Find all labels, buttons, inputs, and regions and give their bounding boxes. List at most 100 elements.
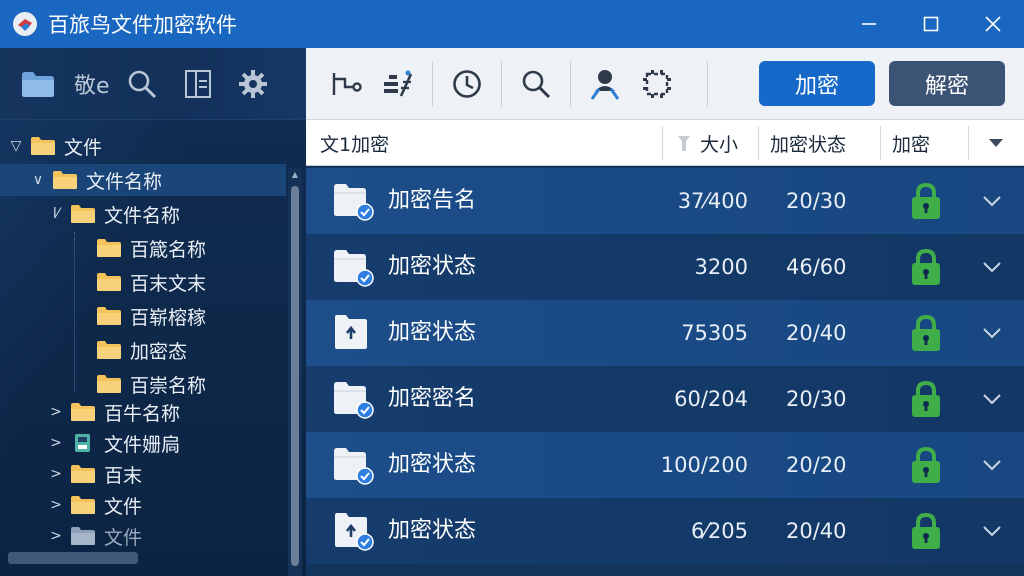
tree-expander-icon[interactable]: > xyxy=(46,497,66,513)
encryption-status: 20/20 xyxy=(786,453,847,477)
encryption-status: 20/40 xyxy=(786,321,847,345)
tree-item[interactable]: l⁄ 文件名称 xyxy=(46,198,286,230)
chevron-down-icon[interactable] xyxy=(982,324,1002,342)
header-size-cell[interactable]: 大小 xyxy=(676,120,738,166)
tree-item-label: 文件名称 xyxy=(86,170,163,193)
header-menu-button[interactable] xyxy=(988,120,1004,166)
scroll-up-icon[interactable]: ▲ xyxy=(290,170,300,180)
tree-item[interactable]: > 文件 xyxy=(46,520,286,552)
scan-tool-button[interactable] xyxy=(631,58,683,110)
header-divider xyxy=(758,126,759,160)
bulk-edit-icon xyxy=(384,70,413,97)
file-size: 6⁄205 xyxy=(691,519,748,543)
chevron-down-icon[interactable] xyxy=(982,192,1002,210)
tree-item[interactable]: > 文件 xyxy=(46,489,286,521)
chevron-down-icon[interactable] xyxy=(982,456,1002,474)
folder-tree: ▽ 文件 ∨ 文件名称 l⁄ 文件名称 百箴名称 百末文末 百崭榕稼 加密态 百崇名称 > 百牛名称 > 文… xyxy=(0,122,288,562)
tree-item[interactable]: > 百末 xyxy=(46,458,286,490)
table-row[interactable]: 加密告名 37⁄400 20/30 xyxy=(306,168,1024,234)
search-file-button[interactable] xyxy=(510,58,562,110)
drive-icon xyxy=(75,434,90,452)
decrypt-button[interactable]: 解密 xyxy=(889,61,1005,106)
folder-icon xyxy=(97,341,121,359)
maximize-button[interactable] xyxy=(900,0,962,48)
sidebar-label: 敬e xyxy=(74,73,110,99)
file-size: 75305 xyxy=(681,321,748,345)
chevron-down-icon[interactable] xyxy=(982,390,1002,408)
tree-expander-icon[interactable]: > xyxy=(46,435,66,451)
tree-item-label: 文件 xyxy=(104,526,143,549)
file-upload-icon xyxy=(335,315,367,349)
tree-item[interactable]: 加密态 xyxy=(86,334,286,366)
window-title: 百旅鸟文件加密软件 xyxy=(48,13,237,37)
header-status[interactable]: 加密状态 xyxy=(770,120,846,166)
file-name: 加密状态 xyxy=(388,452,477,477)
search-icon xyxy=(522,70,551,98)
search-tool-button[interactable] xyxy=(126,48,158,120)
maximize-icon xyxy=(923,16,939,32)
lock-icon[interactable] xyxy=(910,446,942,484)
folder-check-icon xyxy=(334,184,374,221)
folder-tool-button[interactable] xyxy=(20,48,56,120)
lock-icon[interactable] xyxy=(910,248,942,286)
folder-icon xyxy=(97,375,121,393)
encrypt-button[interactable]: 加密 xyxy=(759,61,875,106)
export-tool-button[interactable] xyxy=(320,58,372,110)
header-divider xyxy=(662,126,663,160)
tree-item[interactable]: > 百牛名称 xyxy=(46,396,286,428)
folder-check-icon xyxy=(334,448,374,485)
settings-tool-button[interactable] xyxy=(238,48,268,120)
bulk-tool-button[interactable] xyxy=(372,58,424,110)
sidebar-hscroll-thumb[interactable] xyxy=(8,552,138,564)
tree-item-label: 百末 xyxy=(104,464,143,487)
encryption-status: 20/30 xyxy=(786,387,847,411)
panel-tool-button[interactable] xyxy=(184,48,212,120)
tree-item[interactable]: 百箴名称 xyxy=(86,232,286,264)
tree-expander-icon[interactable]: > xyxy=(46,528,66,544)
lock-icon[interactable] xyxy=(910,314,942,352)
tree-expander-icon[interactable]: > xyxy=(46,404,66,420)
tree-item[interactable]: > 文件姗扃 xyxy=(46,427,286,459)
tree-expander-icon[interactable]: ∨ xyxy=(28,172,48,188)
folder-icon xyxy=(71,403,95,421)
lock-icon[interactable] xyxy=(910,380,942,418)
lock-icon[interactable] xyxy=(910,182,942,220)
table-row[interactable]: 加密状态 100/200 20/20 xyxy=(306,432,1024,498)
history-tool-button[interactable] xyxy=(441,58,493,110)
tree-expander-icon[interactable]: ▽ xyxy=(6,138,26,154)
chevron-down-icon[interactable] xyxy=(982,258,1002,276)
table-header: 文1加密 大小 加密状态 加密 xyxy=(306,120,1024,166)
folder-icon xyxy=(31,137,55,155)
table-row[interactable]: 加密状态 6⁄205 20/40 xyxy=(306,498,1024,564)
header-lock[interactable]: 加密 xyxy=(892,120,930,166)
sidebar-scroll-thumb[interactable] xyxy=(291,186,299,566)
file-size: 3200 xyxy=(694,255,748,279)
folder-check-icon xyxy=(334,250,374,287)
tree-item[interactable]: 百末文末 xyxy=(86,266,286,298)
tree-guide-line xyxy=(74,232,75,392)
chevron-down-icon[interactable] xyxy=(982,522,1002,540)
table-row[interactable]: 加密密名 60/204 20/30 xyxy=(306,366,1024,432)
header-divider xyxy=(880,126,881,160)
encryption-status: 46/60 xyxy=(786,255,847,279)
tree-item[interactable]: 百崭榕稼 xyxy=(86,300,286,332)
tree-expander-icon[interactable]: > xyxy=(46,466,66,482)
user-tool-button[interactable] xyxy=(579,58,631,110)
lock-icon[interactable] xyxy=(910,512,942,550)
table-row[interactable]: 加密状态 3200 46/60 xyxy=(306,234,1024,300)
header-name[interactable]: 文1加密 xyxy=(320,120,389,166)
file-size: 37⁄400 xyxy=(677,189,748,213)
file-name: 加密状态 xyxy=(388,254,477,279)
minimize-icon xyxy=(862,23,876,25)
toolbar-separator xyxy=(432,60,433,107)
tree-item-label: 文件姗扃 xyxy=(104,433,181,456)
table-row[interactable]: 加密状态 75305 20/40 xyxy=(306,300,1024,366)
tree-expander-icon[interactable]: l⁄ xyxy=(46,206,66,222)
sidebar-scrollbar[interactable]: ▲ ▼ xyxy=(288,168,302,576)
file-name: 加密密名 xyxy=(388,386,477,411)
minimize-button[interactable] xyxy=(838,0,900,48)
tree-item[interactable]: ▽ 文件 xyxy=(6,130,286,162)
tree-item[interactable]: ∨ 文件名称 xyxy=(0,164,286,196)
toolbar-separator xyxy=(501,60,502,107)
close-button[interactable] xyxy=(962,0,1024,48)
